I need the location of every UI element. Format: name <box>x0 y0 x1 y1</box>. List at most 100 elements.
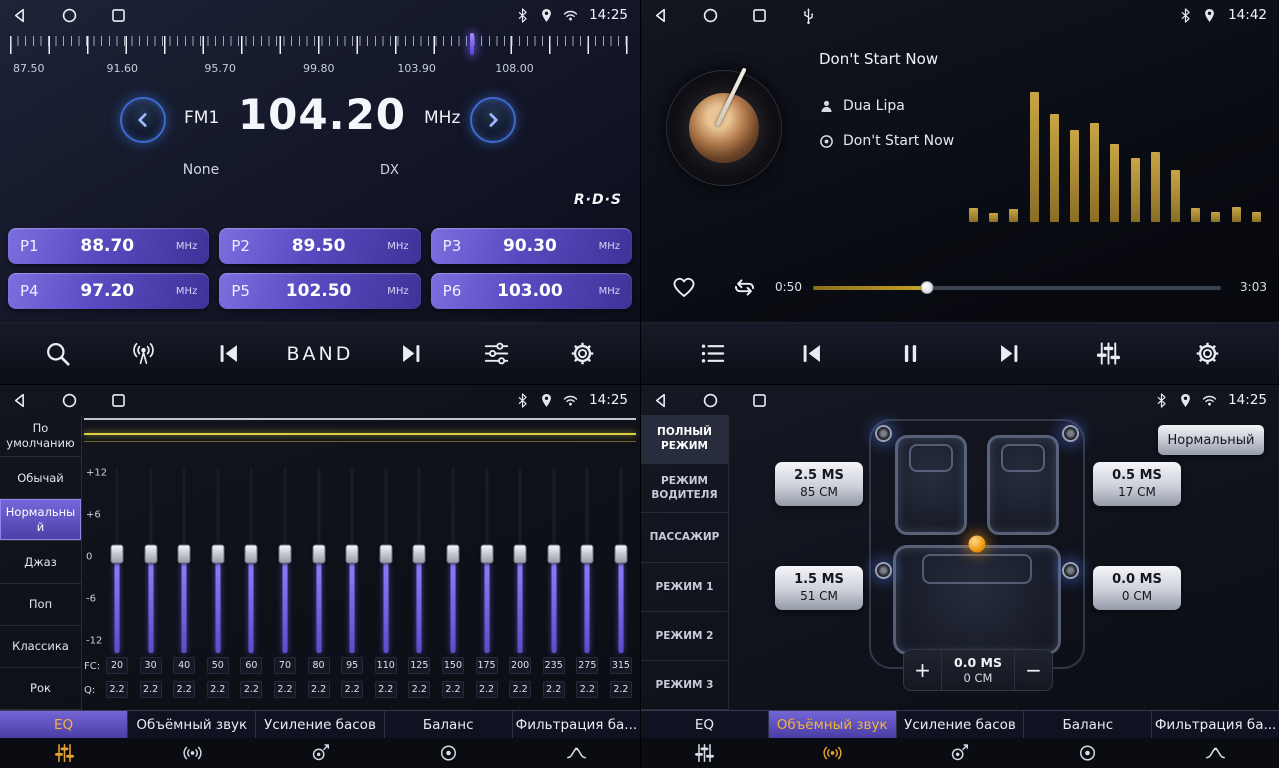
eq-preset-rock[interactable]: Рок <box>0 668 81 710</box>
tab-surround[interactable]: Объёмный звук <box>769 711 897 738</box>
tab-bass-boost[interactable]: Усиление басов <box>256 711 384 738</box>
equalizer-button[interactable] <box>1081 331 1137 377</box>
preset-p1[interactable]: P1 88.70 MHz <box>8 228 209 264</box>
audio-settings-button[interactable] <box>469 331 525 377</box>
nav-back-icon[interactable] <box>653 7 670 24</box>
front-right-delay-button[interactable]: 0.5 MS 17 CM <box>1093 462 1181 506</box>
scan-button[interactable] <box>115 331 171 377</box>
nav-recents-icon[interactable] <box>110 7 127 24</box>
tab-bass-boost[interactable]: Усиление басов <box>897 711 1025 738</box>
eq-band-slider[interactable] <box>576 465 598 655</box>
nav-recents-icon[interactable] <box>751 7 768 24</box>
preset-p4[interactable]: P4 97.20 MHz <box>8 273 209 309</box>
nav-back-icon[interactable] <box>653 392 670 409</box>
seek-bar[interactable] <box>813 286 1221 290</box>
eq-band-knob[interactable] <box>547 545 560 564</box>
eq-band-slider[interactable] <box>509 465 531 655</box>
pause-button[interactable] <box>882 331 938 377</box>
eq-band-knob[interactable] <box>379 545 392 564</box>
eq-band-slider[interactable] <box>106 465 128 655</box>
next-station-button[interactable] <box>383 331 439 377</box>
delay-decrease-button[interactable]: − <box>1014 650 1052 690</box>
playlist-button[interactable] <box>684 331 740 377</box>
mode-3[interactable]: РЕЖИМ 3 <box>641 661 728 710</box>
eq-band-slider[interactable] <box>274 465 296 655</box>
eq-band-knob[interactable] <box>614 545 627 564</box>
tab-balance[interactable]: Баланс <box>1024 711 1152 738</box>
tune-down-button[interactable] <box>120 97 166 143</box>
eq-band-knob[interactable] <box>312 545 325 564</box>
eq-tab-icon[interactable] <box>0 738 128 768</box>
eq-band-slider[interactable] <box>375 465 397 655</box>
eq-band-slider[interactable] <box>140 465 162 655</box>
mode-2[interactable]: РЕЖИМ 2 <box>641 612 728 661</box>
nav-recents-icon[interactable] <box>751 392 768 409</box>
settings-button[interactable] <box>1180 331 1236 377</box>
surround-tab-icon[interactable] <box>128 738 256 768</box>
eq-band-knob[interactable] <box>245 545 258 564</box>
eq-preset-jazz[interactable]: Джаз <box>0 541 81 583</box>
eq-band-knob[interactable] <box>413 545 426 564</box>
eq-band-slider[interactable] <box>610 465 632 655</box>
eq-tab-icon[interactable] <box>641 738 769 768</box>
eq-band-knob[interactable] <box>278 545 291 564</box>
balance-tab-icon[interactable] <box>1024 738 1152 768</box>
nav-recents-icon[interactable] <box>110 392 127 409</box>
sound-preset-button[interactable]: Нормальный <box>1158 425 1264 455</box>
balance-tab-icon[interactable] <box>384 738 512 768</box>
eq-band-knob[interactable] <box>446 545 459 564</box>
mode-passenger[interactable]: ПАССАЖИР <box>641 513 728 562</box>
next-track-button[interactable] <box>982 331 1038 377</box>
eq-band-slider[interactable] <box>543 465 565 655</box>
mode-driver[interactable]: РЕЖИМ ВОДИТЕЛЯ <box>641 464 728 513</box>
eq-band-knob[interactable] <box>111 545 124 564</box>
tab-eq[interactable]: EQ <box>0 711 128 738</box>
settings-button[interactable] <box>554 331 610 377</box>
eq-preset-pop[interactable]: Поп <box>0 584 81 626</box>
previous-station-button[interactable] <box>201 331 257 377</box>
repeat-button[interactable] <box>731 274 758 301</box>
bass-boost-tab-icon[interactable] <box>256 738 384 768</box>
eq-band-knob[interactable] <box>581 545 594 564</box>
preset-p5[interactable]: P5 102.50 MHz <box>219 273 420 309</box>
eq-band-knob[interactable] <box>178 545 191 564</box>
preset-p2[interactable]: P2 89.50 MHz <box>219 228 420 264</box>
eq-band-knob[interactable] <box>144 545 157 564</box>
nav-back-icon[interactable] <box>12 7 29 24</box>
preset-p6[interactable]: P6 103.00 MHz <box>431 273 632 309</box>
rear-right-delay-button[interactable]: 0.0 MS 0 CM <box>1093 566 1181 610</box>
previous-track-button[interactable] <box>783 331 839 377</box>
eq-preset-custom[interactable]: Обычай <box>0 457 81 499</box>
tab-eq[interactable]: EQ <box>641 711 769 738</box>
eq-band-slider[interactable] <box>341 465 363 655</box>
mode-1[interactable]: РЕЖИМ 1 <box>641 563 728 612</box>
surround-tab-icon[interactable] <box>769 738 897 768</box>
front-left-delay-button[interactable]: 2.5 MS 85 CM <box>775 462 863 506</box>
eq-band-slider[interactable] <box>207 465 229 655</box>
eq-band-slider[interactable] <box>476 465 498 655</box>
eq-band-knob[interactable] <box>346 545 359 564</box>
eq-band-knob[interactable] <box>480 545 493 564</box>
preset-p3[interactable]: P3 90.30 MHz <box>431 228 632 264</box>
eq-preset-classic[interactable]: Классика <box>0 626 81 668</box>
rear-left-delay-button[interactable]: 1.5 MS 51 CM <box>775 566 863 610</box>
nav-home-icon[interactable] <box>702 392 719 409</box>
tab-surround[interactable]: Объёмный звук <box>128 711 256 738</box>
tuning-scale[interactable]: 87.50 91.60 95.70 99.80 103.90 108.00 <box>0 34 640 82</box>
eq-preset-default[interactable]: По умолчанию <box>0 415 81 457</box>
tab-filter[interactable]: Фильтрация ба... <box>1152 711 1279 738</box>
eq-band-slider[interactable] <box>408 465 430 655</box>
eq-band-slider[interactable] <box>240 465 262 655</box>
band-button[interactable]: BAND <box>287 331 354 377</box>
eq-preset-normal[interactable]: Нормальный <box>0 499 81 541</box>
filter-tab-icon[interactable] <box>512 738 640 768</box>
nav-back-icon[interactable] <box>12 392 29 409</box>
tab-balance[interactable]: Баланс <box>385 711 513 738</box>
nav-home-icon[interactable] <box>702 7 719 24</box>
nav-home-icon[interactable] <box>61 392 78 409</box>
eq-band-knob[interactable] <box>514 545 527 564</box>
eq-band-slider[interactable] <box>442 465 464 655</box>
nav-home-icon[interactable] <box>61 7 78 24</box>
listening-position-marker[interactable] <box>969 536 986 553</box>
delay-increase-button[interactable]: + <box>904 650 942 690</box>
